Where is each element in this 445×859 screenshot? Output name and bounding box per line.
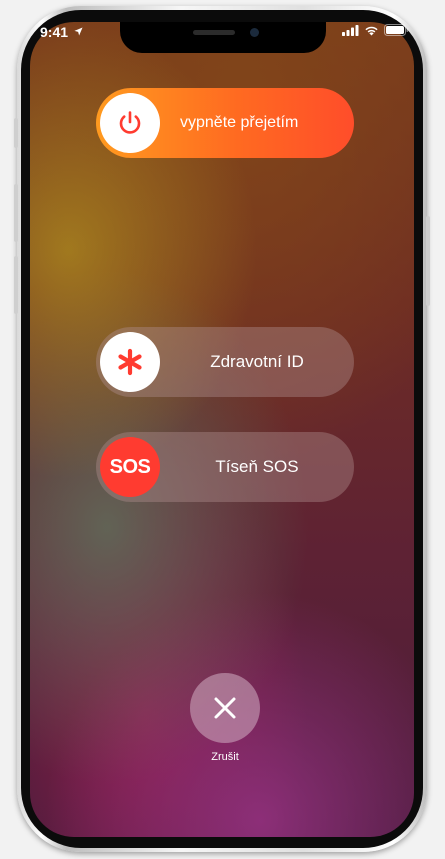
power-off-slider[interactable]: vypněte přejetím bbox=[96, 88, 354, 158]
power-off-knob[interactable] bbox=[100, 93, 160, 153]
front-camera bbox=[250, 28, 259, 37]
cellular-signal-icon bbox=[342, 24, 359, 36]
power-icon bbox=[119, 111, 141, 134]
sos-icon: SOS bbox=[109, 455, 151, 478]
status-bar-indicators bbox=[342, 24, 409, 36]
wifi-icon bbox=[365, 26, 378, 35]
volume-up-button bbox=[14, 184, 18, 242]
power-off-label: vypněte přejetím bbox=[180, 114, 299, 131]
battery-icon bbox=[384, 24, 409, 36]
notch bbox=[120, 22, 326, 53]
medical-id-label: Zdravotní ID bbox=[210, 352, 304, 371]
asterisk-icon bbox=[118, 348, 142, 376]
medical-id-knob[interactable] bbox=[100, 332, 160, 392]
cancel-button[interactable] bbox=[190, 673, 260, 743]
mute-switch bbox=[14, 118, 18, 148]
emergency-sos-knob[interactable]: SOS bbox=[100, 437, 160, 497]
status-bar-time: 9:41 bbox=[40, 24, 83, 40]
emergency-sos-label: Tíseň SOS bbox=[215, 457, 299, 476]
emergency-sos-slider[interactable]: SOS Tíseň SOS bbox=[96, 432, 354, 502]
medical-id-slider[interactable]: Zdravotní ID bbox=[96, 327, 354, 397]
cancel-label: Zrušit bbox=[211, 751, 239, 763]
speaker-grille bbox=[193, 30, 235, 35]
side-button bbox=[426, 216, 430, 306]
volume-down-button bbox=[14, 256, 18, 314]
close-icon bbox=[214, 697, 236, 719]
time-label: 9:41 bbox=[40, 24, 69, 40]
location-arrow-icon bbox=[74, 27, 83, 36]
